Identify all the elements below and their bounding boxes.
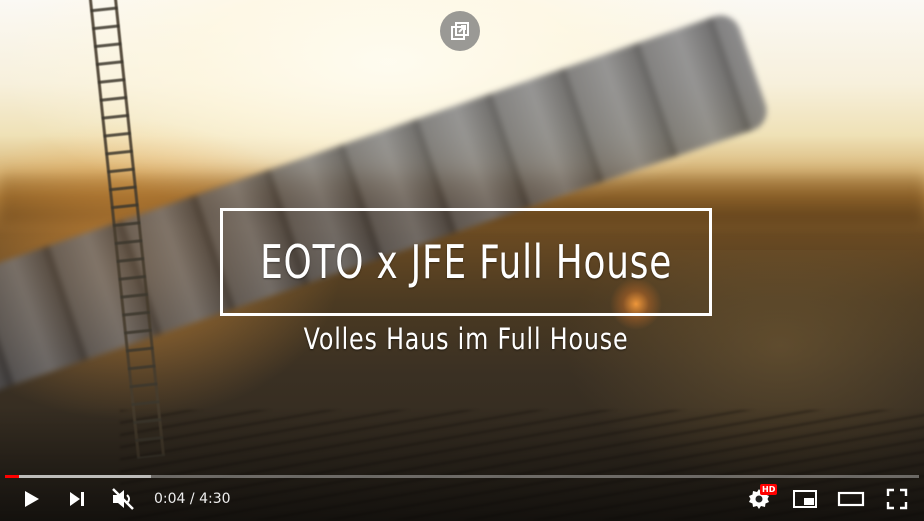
duration: 4:30 xyxy=(199,491,231,507)
play-button[interactable] xyxy=(8,477,54,521)
video-player[interactable]: EOTO x JFE Full House Volles Haus im Ful… xyxy=(0,0,924,521)
next-icon xyxy=(70,492,84,506)
time-separator: / xyxy=(189,491,195,507)
miniplayer-icon xyxy=(793,490,817,508)
time-display: 0:04 / 4:30 xyxy=(154,491,231,507)
fullscreen-button[interactable] xyxy=(874,477,920,521)
theater-mode-button[interactable] xyxy=(828,477,874,521)
video-title-box: EOTO x JFE Full House xyxy=(220,208,712,316)
control-bar: 0:04 / 4:30 HD xyxy=(0,477,924,521)
popout-button[interactable] xyxy=(440,11,480,51)
settings-button[interactable]: HD xyxy=(736,477,782,521)
play-icon xyxy=(25,491,39,507)
next-button[interactable] xyxy=(54,477,100,521)
video-title-overlay: EOTO x JFE Full House xyxy=(260,235,673,289)
muted-volume-icon xyxy=(112,488,134,510)
theater-mode-icon xyxy=(837,491,865,507)
mute-button[interactable] xyxy=(100,477,146,521)
miniplayer-button[interactable] xyxy=(782,477,828,521)
fullscreen-icon xyxy=(886,488,908,510)
popout-icon xyxy=(451,22,469,40)
hd-badge: HD xyxy=(760,484,778,495)
current-time: 0:04 xyxy=(154,491,186,507)
video-subtitle-overlay: Volles Haus im Full House xyxy=(303,322,629,356)
